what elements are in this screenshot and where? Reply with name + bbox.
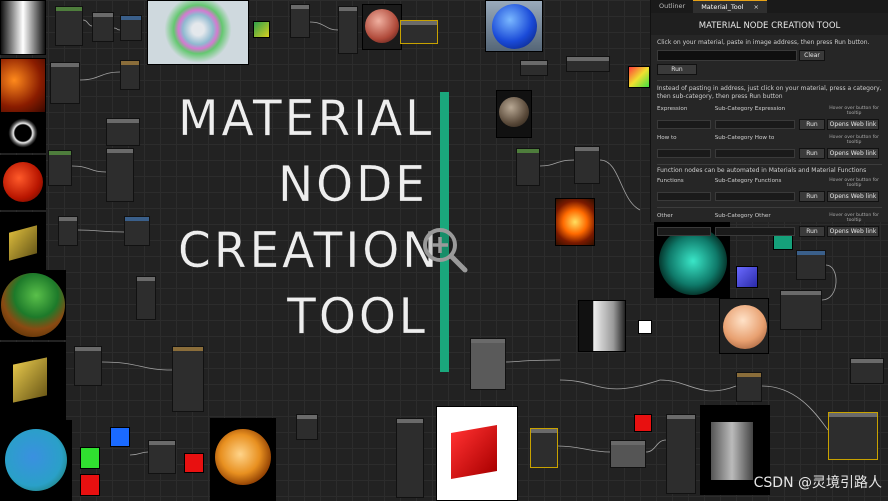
tab-outliner[interactable]: Outliner [651,0,693,13]
clear-button[interactable]: Clear [799,50,825,61]
web-link-button[interactable]: Opens Web link [827,119,879,130]
run-button[interactable]: Run [657,64,697,75]
divider [657,164,882,165]
title-line: CREATION [178,221,441,280]
category-label: Other [657,213,673,219]
subcategory-select[interactable] [715,227,795,236]
subcategory-label: Sub-Category Other [714,213,771,219]
instruction-text: Instead of pasting in address, just clic… [657,85,882,100]
subcategory-label: Sub-Category How to [714,135,775,141]
run-button[interactable]: Run [799,191,825,202]
watermark: CSDN @灵境引路人 [753,475,882,491]
subcategory-select[interactable] [715,149,795,158]
material-tool-panel: Outliner Material_Tool × MATERIAL NODE CR… [650,0,888,237]
section-header: Expression Sub-Category Expression Hover… [657,106,882,116]
category-label: How to [657,135,677,141]
run-button[interactable]: Run [799,148,825,159]
category-label: Expression [657,106,688,112]
section-header: Functions Sub-Category Functions Hover o… [657,178,882,188]
hero-title: MATERIAL NODE CREATION TOOL [178,86,441,350]
subcategory-label: Sub-Category Expression [714,106,786,112]
panel-title: MATERIAL NODE CREATION TOOL [651,13,888,35]
section-header: Other Sub-Category Other Hover over butt… [657,213,882,223]
title-line: MATERIAL [178,89,435,148]
tooltip-hint: Hover over button for tooltip [829,178,880,188]
zoom-in-icon[interactable] [419,224,471,276]
instruction-text: Click on your material, paste in image a… [657,39,870,46]
subcategory-select[interactable] [715,192,795,201]
tooltip-hint: Hover over button for tooltip [829,213,880,223]
divider [657,80,882,81]
category-label: Functions [657,178,684,184]
section-header: How to Sub-Category How to Hover over bu… [657,135,882,145]
panel-tabs: Outliner Material_Tool × [651,0,888,13]
tab-material-tool[interactable]: Material_Tool × [693,0,767,13]
category-select[interactable] [657,227,711,236]
web-link-button[interactable]: Opens Web link [827,191,879,202]
tab-label: Material_Tool [701,3,744,11]
divider [657,207,882,208]
run-button[interactable]: Run [799,226,825,237]
close-icon[interactable]: × [753,3,758,11]
tab-label: Outliner [659,2,686,10]
web-link-button[interactable]: Opens Web link [827,226,879,237]
subcategory-label: Sub-Category Functions [714,178,782,184]
title-line: TOOL [287,287,428,346]
tooltip-hint: Hover over button for tooltip [829,106,880,116]
category-select[interactable] [657,120,711,129]
web-link-button[interactable]: Opens Web link [827,148,879,159]
image-address-input[interactable] [657,50,797,61]
title-line: NODE [277,155,428,214]
functions-note: Function nodes can be automated in Mater… [657,167,867,174]
run-button[interactable]: Run [799,119,825,130]
tooltip-hint: Hover over button for tooltip [829,135,880,145]
subcategory-select[interactable] [715,120,795,129]
category-select[interactable] [657,192,711,201]
category-select[interactable] [657,149,711,158]
